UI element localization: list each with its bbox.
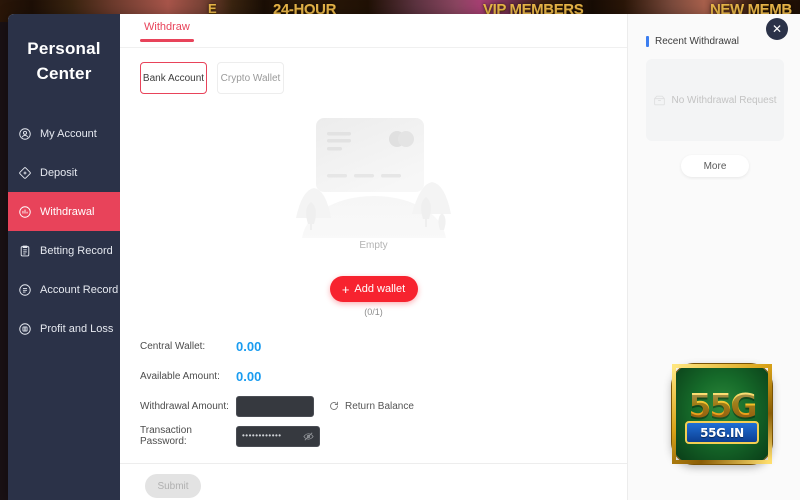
available-amount-row: Available Amount: 0.00 [140,361,627,391]
sidebar-item-label: Profit and Loss [40,322,114,335]
refresh-icon [328,400,340,412]
wallet-count: (0/1) [364,307,383,317]
method-bank-account[interactable]: Bank Account [140,62,207,94]
page-title: Personal Center [8,36,120,86]
sidebar-item-label: Withdrawal [40,205,95,218]
return-balance-button[interactable]: Return Balance [328,400,414,412]
sidebar-item-label: Betting Record [40,244,113,257]
method-crypto-wallet[interactable]: Crypto Wallet [217,62,284,94]
central-wallet-value: 0.00 [236,338,262,354]
withdrawal-amount-row: Withdrawal Amount: Return Balance [140,391,627,421]
list-circle-icon [18,283,32,297]
sidebar-item-profit-and-loss[interactable]: Profit and Loss [8,309,120,348]
transaction-password-row: Transaction Password: •••••••••••• [140,421,627,451]
sidebar-item-label: My Account [40,127,97,140]
method-selector: Bank Account Crypto Wallet [120,48,627,94]
user-circle-icon [18,127,32,141]
sidebar: Personal Center My Account Deposit Withd… [8,14,120,500]
central-wallet-label: Central Wallet: [140,340,206,352]
add-wallet-label: Add wallet [354,283,406,295]
recent-withdrawal-panel: Recent Withdrawal No Withdrawal Request … [628,14,800,500]
sidebar-item-label: Deposit [40,166,78,179]
withdraw-content: Withdraw Bank Account Crypto Wallet Empt… [120,14,628,500]
sidebar-item-account-record[interactable]: Account Record [8,270,120,309]
title-accent-bar [646,36,649,47]
chart-circle-icon [18,322,32,336]
available-amount-label: Available Amount: [140,370,220,382]
transaction-password-input[interactable]: •••••••••••• [236,425,320,447]
withdrawal-amount-input[interactable] [236,395,314,417]
plus-icon: + [341,281,350,297]
site-logo: 55G 55G.IN [672,364,772,464]
empty-label: Empty [359,240,388,251]
withdraw-form: Central Wallet: 0.00 Available Amount: 0… [120,331,627,451]
empty-state: Empty [120,106,627,266]
main-area: Withdraw Bank Account Crypto Wallet Empt… [120,14,800,500]
recent-withdrawal-title-label: Recent Withdrawal [655,36,739,47]
add-wallet-area: + Add wallet (0/1) [120,276,627,317]
submit-button[interactable]: Submit [145,474,201,498]
available-amount-value: 0.00 [236,368,262,384]
page-title-line1: Personal [27,39,101,58]
withdraw-icon [18,205,32,219]
add-wallet-button[interactable]: + Add wallet [329,276,418,302]
password-masked-value: •••••••••••• [242,432,282,440]
transaction-password-label: Transaction Password: [140,425,192,447]
empty-card-illustration [294,106,454,238]
logo-inner: 55G 55G.IN [676,368,768,460]
sidebar-item-deposit[interactable]: Deposit [8,153,120,192]
no-withdrawal-request-card: No Withdrawal Request [646,59,784,141]
sidebar-item-betting-record[interactable]: Betting Record [8,231,120,270]
close-icon[interactable]: ✕ [766,18,788,40]
tab-withdraw[interactable]: Withdraw [140,14,194,42]
logo-ribbon-text: 55G.IN [700,425,744,440]
no-withdrawal-request-label: No Withdrawal Request [671,94,777,106]
tab-bar: Withdraw [120,14,627,48]
page-title-line2: Center [36,64,92,83]
submit-area: Submit [120,464,627,498]
eye-icon[interactable] [303,431,314,442]
more-area: More [646,155,784,177]
sidebar-item-withdrawal[interactable]: Withdrawal [8,192,120,231]
recent-withdrawal-title: Recent Withdrawal [646,36,784,47]
more-button[interactable]: More [681,155,749,177]
withdrawal-amount-label: Withdrawal Amount: [140,400,229,412]
diamond-icon [18,166,32,180]
sidebar-item-my-account[interactable]: My Account [8,114,120,153]
return-balance-label: Return Balance [345,400,414,412]
clipboard-icon [18,244,32,258]
empty-box-icon [653,94,666,107]
personal-center-modal: Personal Center My Account Deposit Withd… [8,14,800,500]
sidebar-item-label: Account Record [40,283,119,296]
logo-text: 55G [676,386,768,425]
sidebar-nav: My Account Deposit Withdrawal Betting Re… [8,114,120,348]
logo-ribbon: 55G.IN [685,421,759,444]
central-wallet-row: Central Wallet: 0.00 [140,331,627,361]
